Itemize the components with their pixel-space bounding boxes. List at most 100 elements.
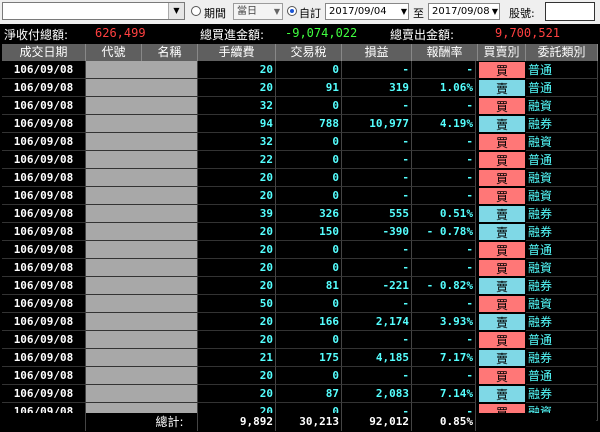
cell-fee: 20: [198, 385, 276, 403]
cell-profit-loss: -: [342, 151, 412, 169]
table-row[interactable]: 106/09/08200--買融資: [2, 169, 598, 187]
table-row[interactable]: 106/09/08 20 81 -221- 0.82% 賣融券: [2, 277, 598, 295]
cell-order-type: 融資: [526, 169, 598, 187]
cell-name-masked: [142, 169, 198, 187]
cell-return: -: [412, 295, 476, 313]
cell-fee: 20: [198, 61, 276, 79]
cell-name-masked: [142, 385, 198, 403]
from-date-picker[interactable]: 2017/09/04 ▼: [325, 3, 409, 20]
cell-code-masked: [86, 259, 142, 277]
to-date-picker[interactable]: 2017/09/08 ▼: [428, 3, 500, 20]
from-date-value: 2017/09/04: [329, 6, 387, 17]
cell-name-masked: [142, 223, 198, 241]
col-header-tax[interactable]: 交易稅: [276, 44, 342, 61]
cell-order-type: 融資: [526, 259, 598, 277]
cell-side: 買: [478, 295, 526, 313]
cell-tax: 81: [276, 277, 342, 295]
cell-date: 106/09/08: [2, 61, 86, 79]
cell-fee: 50: [198, 295, 276, 313]
cell-tax: 166: [276, 313, 342, 331]
cell-date: 106/09/08: [2, 187, 86, 205]
table-row[interactable]: 106/09/08 50 0- - 買融資: [2, 295, 598, 313]
cell-code-masked: [86, 223, 142, 241]
table-row[interactable]: 106/09/08 94 788 10,977 4.19% 賣融券: [2, 115, 598, 133]
table-row[interactable]: 106/09/08 20 87 2,083 7.14% 賣融券: [2, 385, 598, 403]
to-date-value: 2017/09/08: [432, 6, 490, 17]
table-row[interactable]: 106/09/08 32 0- - 買融資: [2, 97, 598, 115]
table-row[interactable]: 106/09/08200--買融資: [2, 187, 598, 205]
cell-profit-loss: -: [342, 295, 412, 313]
cell-code-masked: [86, 295, 142, 313]
period-select[interactable]: 當日 ▼: [233, 3, 283, 20]
table-row[interactable]: 106/09/08 20 0- - 買普通: [2, 241, 598, 259]
cell-fee: 20: [198, 79, 276, 97]
col-header-name[interactable]: 名稱: [142, 44, 198, 61]
table-row[interactable]: 106/09/08 21 175 4,185 7.17% 賣融券: [2, 349, 598, 367]
cell-return: - 0.78%: [412, 223, 476, 241]
cell-fee: 20: [198, 169, 276, 187]
col-header-fee[interactable]: 手續費: [198, 44, 276, 61]
cell-code-masked: [86, 169, 142, 187]
cell-date: 106/09/08: [2, 277, 86, 295]
cell-return: 7.17%: [412, 349, 476, 367]
cell-tax: 87: [276, 385, 342, 403]
cell-name-masked: [142, 259, 198, 277]
col-header-date[interactable]: 成交日期: [2, 44, 86, 61]
cell-fee: 32: [198, 133, 276, 151]
cell-date: 106/09/08: [2, 331, 86, 349]
table-row[interactable]: 106/09/08200--買融資: [2, 259, 598, 277]
cell-code-masked: [86, 133, 142, 151]
cell-order-type: 普通: [526, 241, 598, 259]
cell-fee: 22: [198, 151, 276, 169]
cell-code-masked: [86, 241, 142, 259]
cell-side: 賣: [478, 205, 526, 223]
cell-tax: 0: [276, 169, 342, 187]
table-row[interactable]: 106/09/08 39 326 555 0.51% 賣融券: [2, 205, 598, 223]
cell-side: 賣: [478, 223, 526, 241]
cell-date: 106/09/08: [2, 97, 86, 115]
cell-side: 買: [478, 151, 526, 169]
cell-side: 賣: [478, 79, 526, 97]
cell-return: -: [412, 133, 476, 151]
table-row[interactable]: 106/09/08 20 166 2,174 3.93% 賣融券: [2, 313, 598, 331]
total-pl: 92,012: [342, 413, 412, 431]
sell-total-value: 9,700,521: [495, 26, 561, 40]
col-header-pl[interactable]: 損益: [342, 44, 412, 61]
cell-side: 買: [478, 133, 526, 151]
cell-date: 106/09/08: [2, 295, 86, 313]
cell-fee: 20: [198, 187, 276, 205]
net-label: 淨收付總額:: [4, 28, 69, 42]
cell-order-type: 融券: [526, 385, 598, 403]
cell-date: 106/09/08: [2, 79, 86, 97]
cell-order-type: 融券: [526, 115, 598, 133]
table-row[interactable]: 106/09/08 20 0- - 買普通: [2, 61, 598, 79]
table-row[interactable]: 106/09/08 22 0- - 買普通: [2, 151, 598, 169]
col-header-return[interactable]: 報酬率: [412, 44, 478, 61]
cell-return: 3.93%: [412, 313, 476, 331]
table-row[interactable]: 106/09/08 20 0- - 買普通: [2, 331, 598, 349]
cell-order-type: 融券: [526, 205, 598, 223]
cell-side: 買: [478, 61, 526, 79]
account-combo[interactable]: ▼: [2, 2, 185, 20]
cell-order-type: 普通: [526, 151, 598, 169]
period-radio[interactable]: [191, 6, 201, 16]
table-row[interactable]: 106/09/08 32 0- - 買融資: [2, 133, 598, 151]
buy-total-label: 總買進金額:: [200, 28, 265, 42]
col-header-side[interactable]: 買賣別: [478, 44, 526, 61]
toolbar: ▼ 期間 當日 ▼ 自訂 2017/09/04 ▼ 至 2017/09/08 ▼…: [0, 0, 600, 24]
table-row[interactable]: 106/09/08 20 150 -390- 0.78% 賣融券: [2, 223, 598, 241]
cell-tax: 175: [276, 349, 342, 367]
table-row[interactable]: 106/09/08 20 0- - 買普通: [2, 367, 598, 385]
col-header-order-type[interactable]: 委託類別: [526, 44, 598, 61]
chevron-down-icon: ▼: [491, 7, 498, 16]
table-row[interactable]: 106/09/08 20 91 319 1.06% 賣普通: [2, 79, 598, 97]
cell-profit-loss: -: [342, 331, 412, 349]
cell-name-masked: [142, 97, 198, 115]
custom-radio[interactable]: [287, 6, 297, 16]
stock-input[interactable]: [545, 2, 595, 21]
cell-tax: 0: [276, 367, 342, 385]
chevron-down-icon[interactable]: ▼: [168, 3, 184, 19]
cell-date: 106/09/08: [2, 133, 86, 151]
col-header-code[interactable]: 代號: [86, 44, 142, 61]
cell-tax: 0: [276, 187, 342, 205]
